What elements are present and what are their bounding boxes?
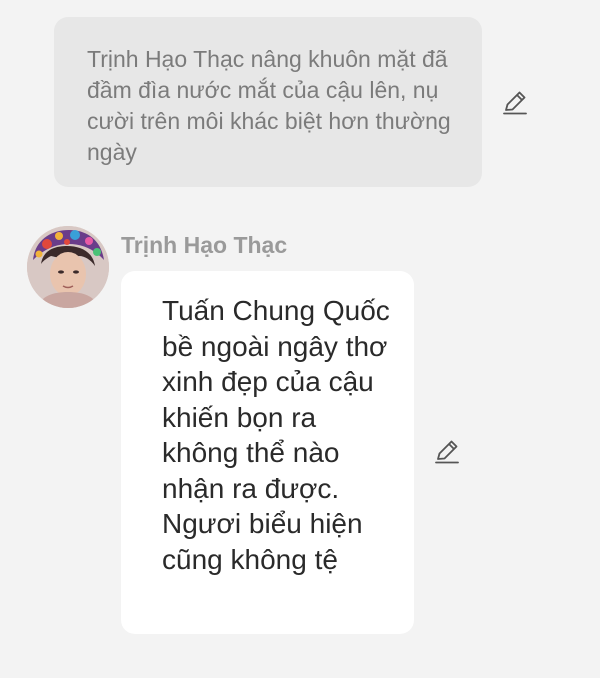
sender-name: Trịnh Hạo Thạc	[121, 232, 288, 258]
message-text: Tuấn Chung Quốc bề ngoài ngây thơ xinh đ…	[162, 295, 390, 575]
narration-bubble: Trịnh Hạo Thạc nâng khuôn mặt đã đầm đìa…	[54, 17, 482, 187]
edit-narration-pencil-icon[interactable]	[500, 87, 530, 117]
message-bubble: Tuấn Chung Quốc bề ngoài ngây thơ xinh đ…	[121, 271, 414, 634]
avatar[interactable]	[27, 226, 109, 308]
narration-text: Trịnh Hạo Thạc nâng khuôn mặt đã đầm đìa…	[87, 46, 451, 165]
edit-message-pencil-icon[interactable]	[432, 436, 462, 466]
